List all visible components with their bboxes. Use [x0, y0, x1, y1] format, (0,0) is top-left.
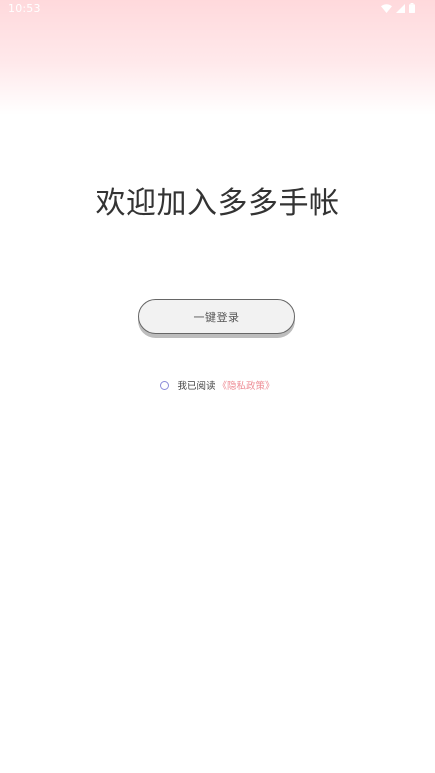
status-bar: 10:53 — [0, 0, 435, 18]
agree-text: 我已阅读 — [177, 381, 216, 392]
privacy-policy-link[interactable]: 《隐私政策》 — [218, 378, 275, 392]
login-button-label: 一键登录 — [193, 310, 240, 324]
agree-radio[interactable] — [160, 380, 170, 390]
page-title: 欢迎加入多多手帐 — [95, 186, 340, 221]
privacy-agreement: 我已阅读 《隐私政策》 — [0, 378, 435, 392]
signal-icon — [396, 3, 405, 13]
status-icons — [381, 3, 415, 13]
one-click-login-button[interactable]: 一键登录 — [138, 299, 295, 334]
wifi-icon — [381, 3, 392, 13]
battery-icon — [409, 3, 415, 13]
status-time: 10:53 — [8, 2, 41, 15]
